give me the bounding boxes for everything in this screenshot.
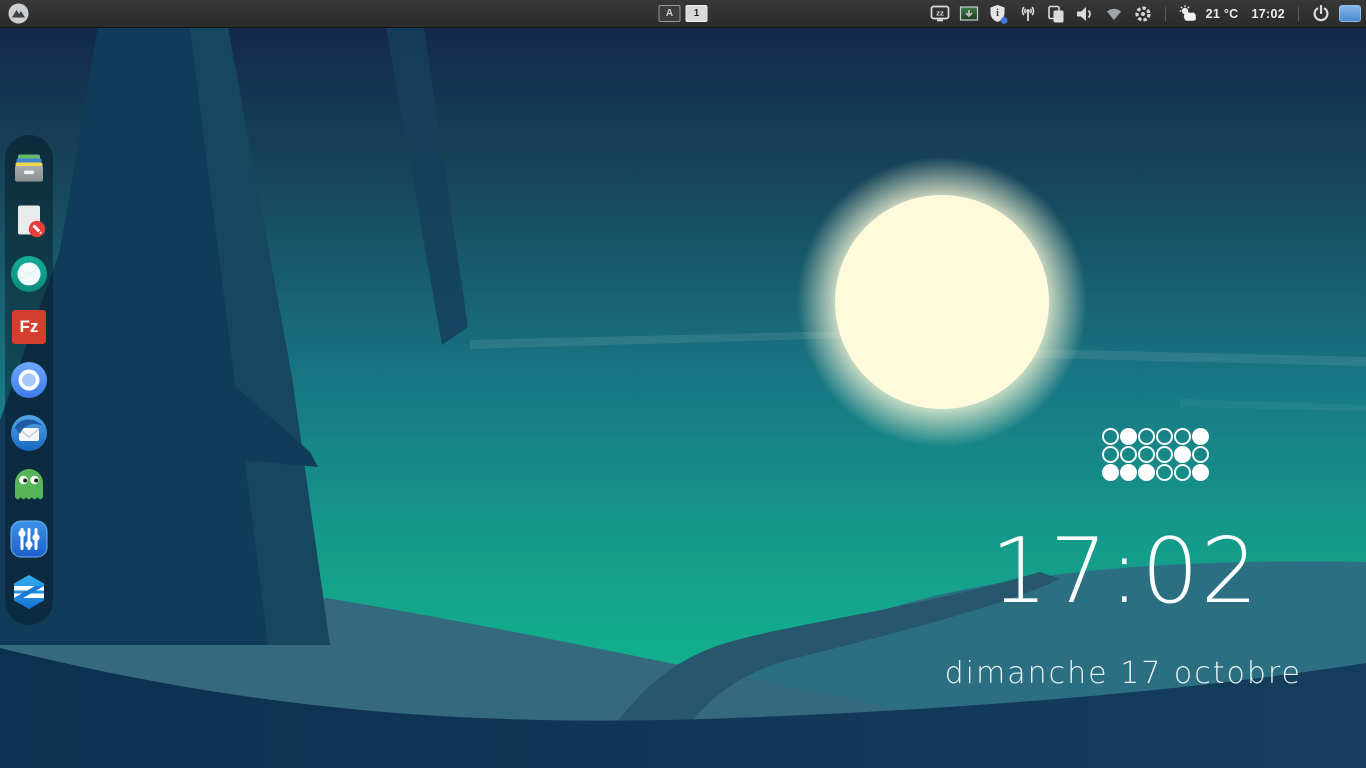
distro-menu-icon [8, 3, 29, 24]
binary-dot-on [1102, 464, 1119, 481]
workspace-switcher: A 1 [659, 5, 708, 22]
workspace-button-inactive[interactable]: A [659, 5, 681, 22]
workspace-button-active[interactable]: 1 [686, 5, 708, 22]
zorin-icon [10, 573, 48, 611]
dock-item-ghost-app[interactable] [9, 466, 49, 506]
clipboard-copy-icon[interactable] [1045, 3, 1067, 25]
desktop-date: dimanche 17 octobre [945, 656, 1302, 691]
binary-dot-off [1138, 446, 1155, 463]
binary-dot-off [1156, 464, 1173, 481]
wallpaper-changer-icon[interactable] [958, 3, 980, 25]
dock-item-filezilla[interactable]: Fz [9, 307, 49, 347]
weather-sun-cloud-icon[interactable] [1177, 3, 1199, 25]
camera-shutter-icon [10, 255, 48, 293]
binary-dot-off [1156, 428, 1173, 445]
desktop-screen: A 1 zz [0, 0, 1366, 768]
wifi-icon[interactable] [1103, 3, 1125, 25]
binary-dot-off [1102, 446, 1119, 463]
binary-dot-on [1192, 428, 1209, 445]
binary-clock-widget [1102, 428, 1209, 481]
binary-dot-off [1174, 464, 1191, 481]
binary-dot-on [1174, 446, 1191, 463]
panel-separator [1165, 7, 1166, 21]
binary-dot-on [1120, 464, 1137, 481]
binary-dot-on [1120, 428, 1137, 445]
power-icon[interactable] [1310, 3, 1332, 25]
binary-dot-off [1120, 446, 1137, 463]
filezilla-label: Fz [9, 307, 49, 347]
weather-temperature: 21 °C [1206, 7, 1239, 21]
dock-item-camera-shutter[interactable] [9, 254, 49, 294]
file-cabinet-icon [11, 150, 47, 186]
svg-text:i: i [996, 8, 999, 19]
chromium-icon [10, 361, 48, 399]
svg-text:zz: zz [936, 8, 944, 17]
dock-item-chromium[interactable] [9, 360, 49, 400]
applications-menu-button[interactable] [0, 0, 36, 27]
screensaver-monitor-icon[interactable]: zz [929, 3, 951, 25]
equalizer-icon [10, 520, 48, 558]
cliff-thin-trunk [386, 27, 468, 345]
show-desktop-icon[interactable] [1339, 5, 1361, 22]
light-streak-left [470, 331, 848, 349]
dock-item-notes-editor[interactable] [9, 201, 49, 241]
light-streak-right [1036, 349, 1366, 366]
system-tray: zz i [929, 3, 1366, 25]
panel-clock[interactable]: 17:02 [1252, 7, 1285, 21]
settings-gear-icon[interactable] [1132, 3, 1154, 25]
binary-dot-on [1192, 464, 1209, 481]
sun [835, 195, 1049, 409]
light-streak-far [1180, 399, 1366, 411]
ghost-app-icon [12, 467, 46, 505]
dock-item-equalizer[interactable] [9, 519, 49, 559]
top-panel: A 1 zz [0, 0, 1366, 28]
binary-dot-off [1174, 428, 1191, 445]
binary-dot-off [1102, 428, 1119, 445]
volume-icon[interactable] [1074, 3, 1096, 25]
dock-item-zorin[interactable] [9, 572, 49, 612]
binary-dot-off [1138, 428, 1155, 445]
binary-dot-off [1192, 446, 1209, 463]
dock-item-file-cabinet[interactable] [9, 148, 49, 188]
panel-separator [1298, 7, 1299, 21]
binary-dot-on [1138, 464, 1155, 481]
security-shield-icon[interactable]: i [987, 3, 1009, 25]
binary-dot-off [1156, 446, 1173, 463]
dock-item-thunderbird[interactable] [9, 413, 49, 453]
desktop-clock: 17:02 [991, 527, 1260, 617]
notes-editor-icon [11, 203, 47, 239]
network-antenna-icon[interactable] [1016, 3, 1038, 25]
thunderbird-icon [10, 414, 48, 452]
dock: Fz [5, 135, 53, 625]
